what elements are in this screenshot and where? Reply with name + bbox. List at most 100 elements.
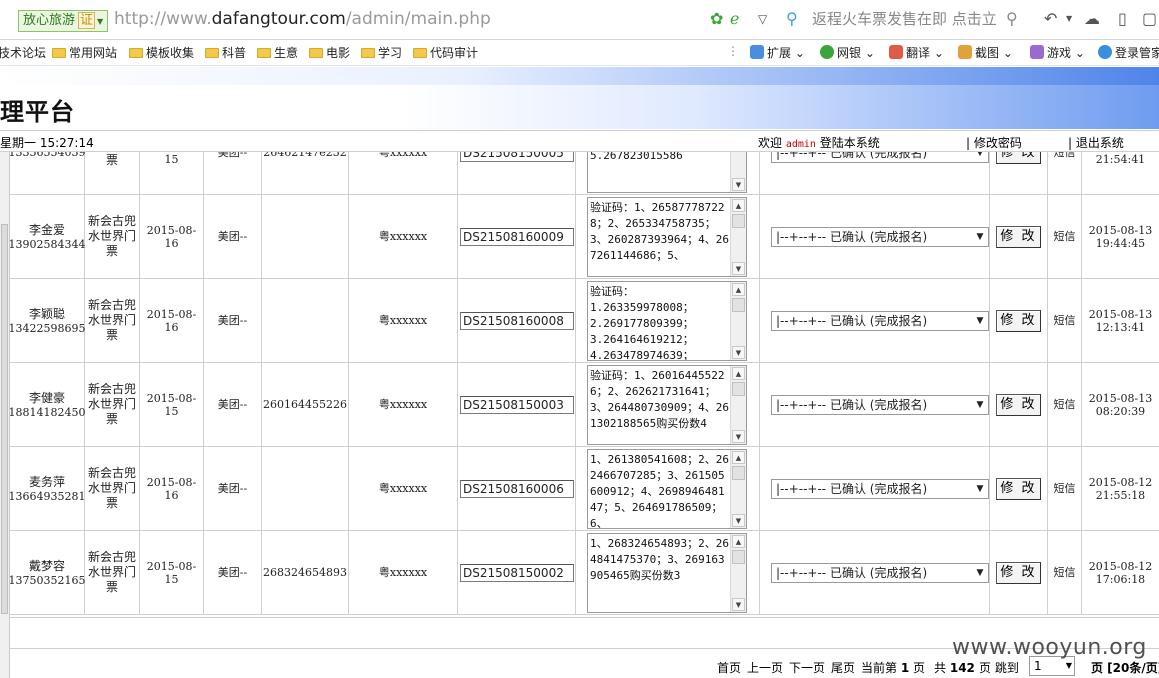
page-title: 理平台 — [0, 98, 75, 126]
status-select[interactable]: |--+--+-- 已确认 (完成报名) ▼ — [771, 152, 989, 163]
scroll-down-icon[interactable]: ▼ — [732, 177, 745, 191]
scrollbar-thumb[interactable] — [732, 213, 745, 228]
sms-cell: 短信 — [1048, 363, 1082, 446]
page-jump-value: 1 — [1034, 659, 1042, 673]
phone-icon[interactable]: ▯ — [1118, 9, 1127, 28]
sms-link[interactable]: 短信 — [1054, 152, 1076, 159]
order-number-field[interactable]: DS21508150005 — [460, 152, 574, 162]
scroll-up-icon[interactable]: ▲ — [732, 282, 745, 296]
created-time: 17:06:18 — [1095, 572, 1146, 586]
order-number-field[interactable]: DS21508150002 — [460, 563, 574, 582]
tool-translate[interactable]: 翻译 ⌄ — [889, 44, 944, 61]
tool-games[interactable]: 游戏 ⌄ — [1030, 44, 1085, 61]
scroll-down-icon[interactable]: ▼ — [732, 513, 745, 527]
magnifier-icon[interactable]: ⚲ — [1006, 9, 1018, 28]
order-number-field[interactable]: DS21508160008 — [460, 311, 574, 330]
verification-codes-textarea[interactable]: 3.266624904584 4.266501894872 5.26782301… — [587, 152, 747, 193]
edit-button[interactable]: 修 改 — [996, 393, 1041, 416]
scroll-up-icon[interactable]: ▲ — [732, 450, 745, 464]
order-number-field[interactable]: DS21508150003 — [460, 395, 574, 414]
codes-cell: 1、261380541608；2、262466707285；3、26150560… — [576, 447, 760, 530]
ie-mode-icon[interactable]: ℯ — [730, 9, 739, 28]
bookmark-item[interactable]: 常用网站 — [52, 44, 117, 61]
tool-login-manager[interactable]: 登录管家 — [1098, 44, 1159, 61]
chevron-down-icon[interactable]: ▼ — [1066, 14, 1072, 23]
scroll-down-icon[interactable]: ▼ — [732, 261, 745, 275]
tool-extensions[interactable]: 扩展 ⌄ — [750, 44, 805, 61]
bookmark-item[interactable]: 技术论坛 — [0, 44, 46, 61]
site-identity-badge[interactable]: 放心旅游证 ▼ — [18, 10, 109, 32]
verification-codes-textarea[interactable]: 验证码： 1.263359978008； 2.269177809399； 3.2… — [587, 280, 747, 361]
scrollbar-thumb[interactable] — [732, 465, 745, 480]
bookmark-item[interactable]: 模板收集 — [129, 44, 194, 61]
undo-icon[interactable]: ↶ — [1044, 9, 1057, 28]
visit-date-cell: 2015-08-15 — [140, 531, 204, 614]
bookmark-item[interactable]: 电影 — [309, 44, 350, 61]
customer-phone: 13664935281 — [10, 489, 86, 503]
scroll-up-icon[interactable]: ▲ — [732, 534, 745, 548]
logout-link[interactable]: | 退出系统 — [1068, 134, 1124, 151]
scroll-down-icon[interactable]: ▼ — [732, 597, 745, 611]
edit-button[interactable]: 修 改 — [996, 561, 1041, 584]
product-cell: 新会古兜水世界门票 — [85, 363, 140, 446]
scrollbar-thumb[interactable] — [1, 224, 8, 614]
scroll-down-icon[interactable]: ▼ — [732, 345, 745, 359]
textarea-scrollbar[interactable]: ▲▼ — [730, 365, 746, 444]
bookmark-item[interactable]: 生意 — [257, 44, 298, 61]
created-time-cell: 2015-08-12 21:55:18 — [1082, 447, 1159, 530]
sms-link[interactable]: 短信 — [1054, 566, 1076, 579]
status-value: |--+--+-- 已确认 (完成报名) — [776, 481, 928, 496]
textarea-scrollbar[interactable]: ▲▼ — [730, 449, 746, 528]
status-select[interactable]: |--+--+-- 已确认 (完成报名) ▼ — [771, 394, 989, 415]
chevron-down-icon[interactable]: ▽ — [758, 12, 767, 26]
change-password-link[interactable]: | 修改密码 — [966, 134, 1022, 151]
edit-button[interactable]: 修 改 — [996, 152, 1041, 164]
pager-next[interactable]: 下一页 — [789, 659, 825, 676]
area-cell: 粤xxxxxx — [349, 152, 458, 194]
bookmark-item[interactable]: 学习 — [361, 44, 402, 61]
scrollbar-thumb[interactable] — [732, 297, 745, 312]
order-number-field[interactable]: DS21508160006 — [460, 479, 574, 498]
certificate-badge: 证 — [78, 12, 96, 29]
status-select[interactable]: |--+--+-- 已确认 (完成报名) ▼ — [771, 562, 989, 583]
tool-screenshot[interactable]: 截图 ⌄ — [958, 44, 1013, 61]
edit-button[interactable]: 修 改 — [996, 309, 1041, 332]
sms-link[interactable]: 短信 — [1054, 314, 1076, 327]
tool-bank[interactable]: 网银 ⌄ — [820, 44, 875, 61]
cloud-icon[interactable]: ☁ — [1084, 9, 1100, 28]
pager-first[interactable]: 首页 — [717, 659, 741, 676]
sms-link[interactable]: 短信 — [1054, 230, 1076, 243]
bookmark-label: 模板收集 — [146, 46, 195, 60]
scroll-up-icon[interactable]: ▲ — [732, 366, 745, 380]
scrollbar-thumb[interactable] — [732, 381, 745, 396]
edit-button[interactable]: 修 改 — [996, 225, 1041, 248]
left-scrollbar[interactable] — [0, 152, 10, 678]
bookmark-item[interactable]: 科普 — [205, 44, 246, 61]
textarea-scrollbar[interactable]: ▲▼ — [730, 281, 746, 360]
verification-codes-textarea[interactable]: 1、268324654893；2、264841475370；3、26916390… — [587, 532, 747, 613]
status-select[interactable]: |--+--+-- 已确认 (完成报名) ▼ — [771, 226, 989, 247]
status-select[interactable]: |--+--+-- 已确认 (完成报名) ▼ — [771, 310, 989, 331]
pager-prev[interactable]: 上一页 — [747, 659, 783, 676]
order-number-field[interactable]: DS21508160009 — [460, 227, 574, 246]
url-field[interactable]: http://www.dafangtour.com/admin/main.php — [114, 9, 491, 29]
more-icon[interactable]: ⋮ — [727, 44, 739, 58]
verification-codes-textarea[interactable]: 验证码：1、265877787228；2、265334758735；3、2602… — [587, 196, 747, 277]
scrollbar-thumb[interactable] — [732, 549, 745, 564]
bookmark-item[interactable]: 代码审计 — [413, 44, 478, 61]
document-icon[interactable]: ▢ — [1142, 9, 1157, 28]
refresh-icon[interactable]: ✿ — [710, 9, 723, 28]
verification-codes-textarea[interactable]: 1、261380541608；2、262466707285；3、26150560… — [587, 448, 747, 529]
sms-link[interactable]: 短信 — [1054, 482, 1076, 495]
edit-button[interactable]: 修 改 — [996, 477, 1041, 500]
textarea-scrollbar[interactable]: ▲▼ — [730, 152, 746, 192]
textarea-scrollbar[interactable]: ▲▼ — [730, 197, 746, 276]
pager-last[interactable]: 尾页 — [831, 659, 855, 676]
scroll-up-icon[interactable]: ▲ — [732, 198, 745, 212]
visit-date-cell: 2015-08-15 — [140, 363, 204, 446]
scroll-down-icon[interactable]: ▼ — [732, 429, 745, 443]
verification-codes-textarea[interactable]: 验证码：1、260164455226；2、262621731641；3、2644… — [587, 364, 747, 445]
sms-link[interactable]: 短信 — [1054, 398, 1076, 411]
status-select[interactable]: |--+--+-- 已确认 (完成报名) ▼ — [771, 478, 989, 499]
textarea-scrollbar[interactable]: ▲▼ — [730, 533, 746, 612]
